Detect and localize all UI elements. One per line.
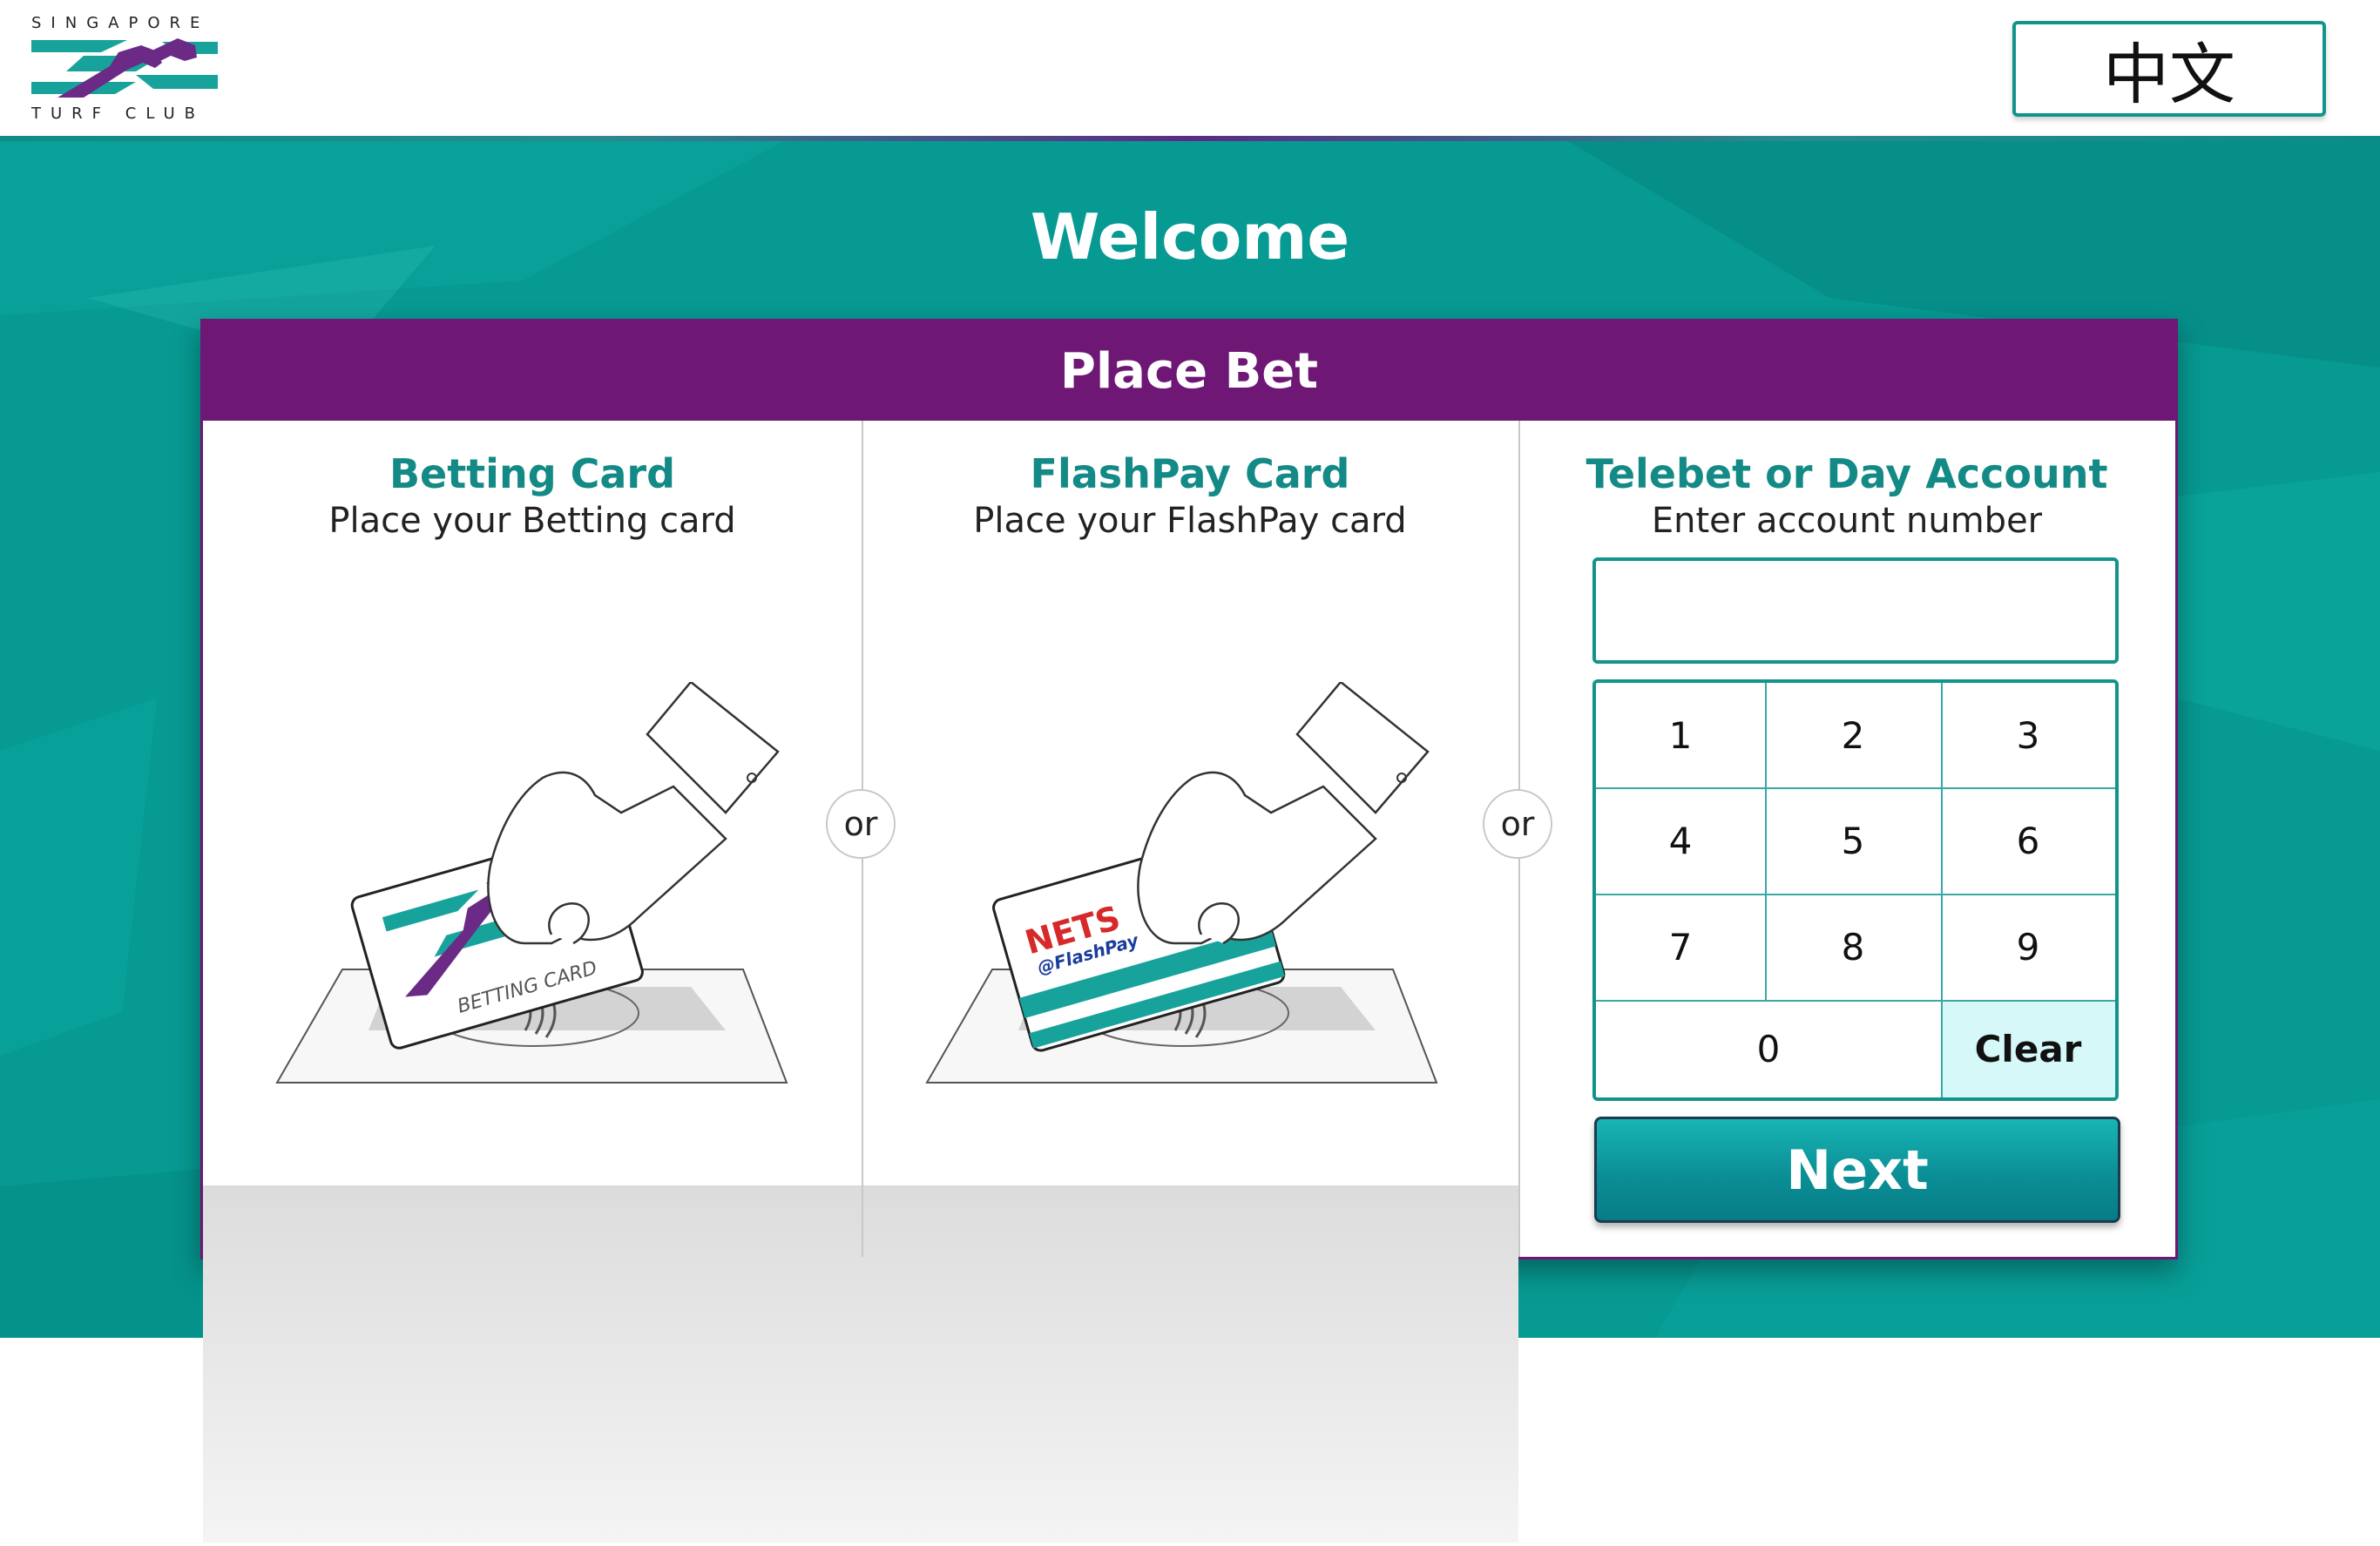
betting-card-title: Betting Card (389, 450, 676, 497)
keypad-grid-line (1941, 683, 1943, 1097)
key-0[interactable]: 0 (1596, 1000, 1941, 1097)
betting-card-option[interactable]: Betting Card Place your Betting card BET… (203, 421, 862, 1257)
flashpay-card-subtitle: Place your FlashPay card (973, 501, 1407, 541)
or-separator-1: or (826, 789, 896, 859)
clear-button[interactable]: Clear (1941, 1000, 2115, 1097)
place-bet-title: Place Bet (203, 321, 2175, 421)
singapore-turf-club-logo: SINGAPORE TURF CLUB (31, 14, 232, 125)
top-header: SINGAPORE TURF CLUB 中文 (0, 0, 2380, 136)
account-title: Telebet or Day Account (1586, 450, 2108, 497)
key-6[interactable]: 6 (1941, 787, 2115, 894)
key-8[interactable]: 8 (1765, 894, 1941, 1000)
betting-card-tap-illustration: BETTING CARD (275, 682, 788, 1084)
or-separator-2: or (1483, 789, 1552, 859)
key-4[interactable]: 4 (1596, 787, 1765, 894)
logo-bottom-text: TURF CLUB (31, 105, 205, 123)
account-number-input[interactable] (1592, 557, 2119, 664)
next-button[interactable]: Next (1594, 1117, 2120, 1223)
welcome-heading: Welcome (1030, 200, 1350, 273)
horse-logo-icon (31, 38, 218, 98)
keypad-grid-line (1596, 1000, 2115, 1002)
keypad-grid-line (1596, 787, 2115, 789)
account-subtitle: Enter account number (1651, 501, 2043, 541)
betting-card-subtitle: Place your Betting card (328, 501, 736, 541)
key-2[interactable]: 2 (1765, 683, 1941, 787)
key-7[interactable]: 7 (1596, 894, 1765, 1000)
chinese-language-button[interactable]: 中文 (2012, 21, 2326, 117)
flashpay-card-tap-illustration: NETS @FlashPay (925, 682, 1438, 1084)
key-1[interactable]: 1 (1596, 683, 1765, 787)
keypad-grid-line (1596, 894, 2115, 895)
numeric-keypad: 1 2 3 4 5 6 7 8 9 0 Clear (1592, 679, 2119, 1101)
logo-top-text: SINGAPORE (31, 14, 210, 32)
key-9[interactable]: 9 (1941, 894, 2115, 1000)
flashpay-card-title: FlashPay Card (1030, 450, 1350, 497)
key-3[interactable]: 3 (1941, 683, 2115, 787)
keypad-grid-line (1765, 683, 1767, 1000)
key-5[interactable]: 5 (1765, 787, 1941, 894)
flashpay-card-option[interactable]: FlashPay Card Place your FlashPay card N… (862, 421, 1518, 1257)
